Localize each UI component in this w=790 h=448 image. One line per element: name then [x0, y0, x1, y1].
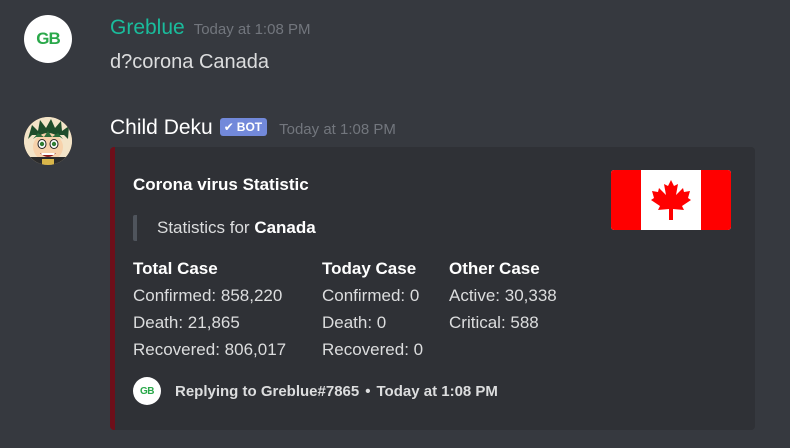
footer-avatar-icon: GB	[133, 377, 161, 405]
footer-timestamp: Today at 1:08 PM	[376, 382, 498, 400]
gb-logo-icon: GB	[36, 29, 60, 48]
field-name: Total Case	[133, 259, 218, 278]
username[interactable]: Greblue	[110, 16, 185, 40]
verified-check-icon: ✔	[223, 120, 234, 134]
footer-reply-text: Replying to Greblue#7865	[175, 382, 360, 400]
message-header: Child Deku ✔ BOT Today at 1:08 PM	[110, 116, 396, 140]
bot-tag: ✔ BOT	[219, 118, 268, 136]
field-line: Confirmed: 858,220	[133, 286, 283, 305]
canada-flag-icon[interactable]	[611, 170, 731, 230]
embed-footer: GB Replying to Greblue#7865 • Today at 1…	[133, 377, 498, 405]
username[interactable]: Child Deku	[110, 116, 213, 140]
field-today-case: Today Case Confirmed: 0 Death: 0 Recover…	[322, 255, 423, 363]
field-line: Death: 21,865	[133, 313, 240, 332]
embed: Corona virus Statistic Statistics for Ca…	[110, 147, 755, 430]
field-line: Critical: 588	[449, 313, 539, 332]
description-country: Canada	[254, 218, 316, 237]
deku-avatar-icon[interactable]	[24, 117, 72, 165]
footer-separator: •	[365, 382, 371, 400]
timestamp: Today at 1:08 PM	[279, 121, 396, 138]
message-header: Greblue Today at 1:08 PM	[110, 16, 310, 40]
field-line: Death: 0	[322, 313, 387, 332]
bot-tag-label: BOT	[236, 120, 263, 134]
field-name: Today Case	[322, 259, 417, 278]
field-line: Active: 30,338	[449, 286, 557, 305]
embed-title: Corona virus Statistic	[133, 175, 309, 194]
message-content: d?corona Canada	[110, 51, 270, 73]
description-prefix: Statistics for	[157, 218, 255, 237]
avatar[interactable]: GB	[24, 15, 72, 63]
field-name: Other Case	[449, 259, 540, 278]
field-other-case: Other Case Active: 30,338 Critical: 588	[449, 255, 557, 336]
field-line: Confirmed: 0	[322, 286, 420, 305]
timestamp: Today at 1:08 PM	[193, 21, 311, 38]
field-line: Recovered: 806,017	[133, 340, 287, 359]
field-line: Recovered: 0	[322, 340, 424, 359]
field-total-case: Total Case Confirmed: 858,220 Death: 21,…	[133, 255, 286, 363]
embed-description: Statistics for Canada	[133, 215, 316, 241]
